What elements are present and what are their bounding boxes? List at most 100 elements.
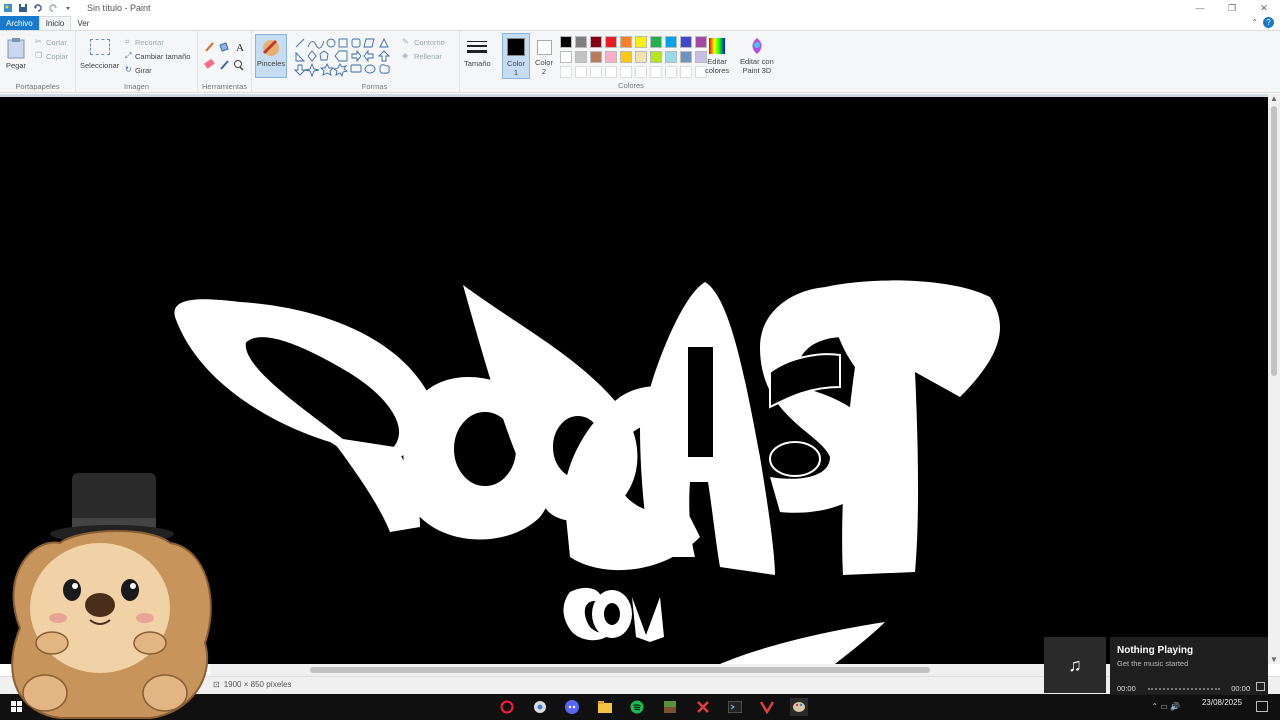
- cut-button[interactable]: Cortar: [46, 38, 67, 47]
- size-button[interactable]: Tamaño: [464, 39, 491, 68]
- fill-dropdown[interactable]: Rellenar: [414, 52, 442, 61]
- palette-swatch[interactable]: [620, 51, 632, 63]
- palette-swatch[interactable]: [680, 66, 692, 78]
- palette-swatch[interactable]: [575, 51, 587, 63]
- shapes-gallery[interactable]: [294, 37, 394, 77]
- color2-label: Color: [535, 58, 553, 67]
- palette-swatch[interactable]: [635, 51, 647, 63]
- brushes-button[interactable]: Pinceles: [255, 34, 287, 78]
- palette-swatch[interactable]: [665, 66, 677, 78]
- minimize-button[interactable]: —: [1184, 0, 1216, 16]
- app-x-icon[interactable]: [694, 698, 712, 716]
- edit-paint3d-button[interactable]: Editar con Paint 3D: [740, 37, 774, 75]
- crop-button[interactable]: Recortar: [135, 38, 164, 47]
- tools-group-label: Herramientas: [201, 82, 247, 91]
- color1-button[interactable]: Color 1: [502, 33, 530, 79]
- copy-button[interactable]: Copiar: [46, 52, 68, 61]
- app-v-icon[interactable]: [758, 698, 776, 716]
- redo-icon[interactable]: [48, 3, 58, 13]
- cloud-callout-shape-icon: [379, 64, 390, 74]
- canvas-size-text: 1900 × 850 píxeles: [223, 680, 292, 689]
- scroll-down-icon[interactable]: ▼: [1270, 655, 1278, 664]
- discord-icon[interactable]: [563, 698, 581, 716]
- curve-shape-icon: [307, 40, 325, 49]
- horizontal-scrollbar[interactable]: [210, 664, 1110, 676]
- select-button[interactable]: Seleccionar: [80, 39, 119, 70]
- save-icon[interactable]: [18, 3, 28, 13]
- media-widget[interactable]: Nothing Playing Get the music started 00…: [1110, 637, 1268, 695]
- tools-grid: A: [204, 42, 244, 71]
- maximize-button[interactable]: ❐: [1216, 0, 1248, 16]
- opera-gx-icon[interactable]: [498, 698, 516, 716]
- rounded-rectangle-shape-icon: [351, 38, 361, 48]
- palette-swatch[interactable]: [680, 36, 692, 48]
- palette-swatch[interactable]: [605, 36, 617, 48]
- palette-swatch[interactable]: [665, 36, 677, 48]
- customize-toolbar-icon[interactable]: [63, 3, 73, 13]
- palette-swatch[interactable]: [680, 51, 692, 63]
- undo-icon[interactable]: [33, 3, 43, 13]
- terminal-icon[interactable]: [726, 698, 744, 716]
- palette-swatch[interactable]: [605, 51, 617, 63]
- music-note-icon: ♫: [1068, 654, 1082, 675]
- scroll-up-icon[interactable]: ▲: [1270, 94, 1278, 103]
- shapes-group-label: Formas: [361, 82, 388, 91]
- palette-swatch[interactable]: [575, 66, 587, 78]
- paste-button[interactable]: Pegar: [6, 37, 26, 70]
- chrome-icon[interactable]: [531, 698, 549, 716]
- palette-swatch[interactable]: [560, 36, 572, 48]
- palette-swatch[interactable]: [665, 51, 677, 63]
- palette-swatch[interactable]: [560, 51, 572, 63]
- ribbon-collapse-icon[interactable]: ⌃: [1251, 18, 1258, 27]
- palette-swatch[interactable]: [650, 51, 662, 63]
- palette-swatch[interactable]: [590, 66, 602, 78]
- palette-swatch[interactable]: [590, 51, 602, 63]
- media-subtitle: Get the music started: [1117, 659, 1189, 668]
- media-progress-bar[interactable]: [1148, 688, 1220, 690]
- scissors-icon: ✂: [35, 37, 42, 46]
- outline-dropdown[interactable]: Contorno: [414, 38, 445, 47]
- palette-swatch[interactable]: [635, 66, 647, 78]
- art-letter-t: [825, 280, 1000, 575]
- edit-colors-label-2: colores: [705, 66, 730, 75]
- palette-swatch[interactable]: [635, 36, 647, 48]
- notifications-icon[interactable]: [1256, 701, 1268, 712]
- color2-button[interactable]: Color 2: [532, 33, 556, 79]
- rotate-button[interactable]: Girar: [135, 66, 152, 75]
- close-button[interactable]: ✕: [1248, 0, 1280, 16]
- file-explorer-icon[interactable]: [596, 698, 614, 716]
- palette-swatch[interactable]: [590, 36, 602, 48]
- outline-icon: ✎: [402, 37, 409, 46]
- spotify-icon[interactable]: [628, 698, 646, 716]
- fill-bucket-icon: [219, 42, 229, 52]
- resize-button[interactable]: Cambiar tamaño: [135, 52, 190, 61]
- edit-colors-button[interactable]: Editar colores: [705, 37, 729, 75]
- paste-label: Pegar: [6, 61, 27, 70]
- media-settings-icon[interactable]: [1256, 682, 1265, 691]
- palette-swatch[interactable]: [620, 66, 632, 78]
- six-point-star-shape-icon: [332, 63, 349, 77]
- palette-swatch[interactable]: [620, 36, 632, 48]
- color-picker-icon: [220, 60, 229, 70]
- vertical-scrollbar[interactable]: ▲ ▼: [1268, 94, 1280, 664]
- palette-swatch[interactable]: [575, 36, 587, 48]
- tab-view[interactable]: Ver: [71, 16, 95, 30]
- taskbar-clock[interactable]: 23/08/2025: [1202, 698, 1242, 707]
- text-icon: A: [236, 42, 244, 54]
- right-triangle-shape-icon: [295, 51, 306, 62]
- line-shape-icon: [295, 38, 305, 48]
- group-shapes: ✎ Contorno ◈ Rellenar Formas: [290, 31, 460, 93]
- palette-swatch[interactable]: [560, 66, 572, 78]
- palette-swatch[interactable]: [650, 36, 662, 48]
- help-icon[interactable]: ?: [1263, 17, 1274, 28]
- paint-taskbar-icon[interactable]: [790, 698, 808, 716]
- tab-file[interactable]: Archivo: [0, 16, 39, 30]
- paint3d-icon: [752, 38, 762, 54]
- group-image: Seleccionar ⌗ Recortar ⤢ Cambiar tamaño …: [76, 31, 198, 93]
- tab-home[interactable]: Inicio: [38, 16, 72, 30]
- minecraft-icon[interactable]: [661, 698, 679, 716]
- palette-swatch[interactable]: [650, 66, 662, 78]
- vertical-scroll-thumb[interactable]: [1271, 106, 1277, 376]
- palette-swatch[interactable]: [605, 66, 617, 78]
- horizontal-scroll-thumb[interactable]: [310, 667, 930, 673]
